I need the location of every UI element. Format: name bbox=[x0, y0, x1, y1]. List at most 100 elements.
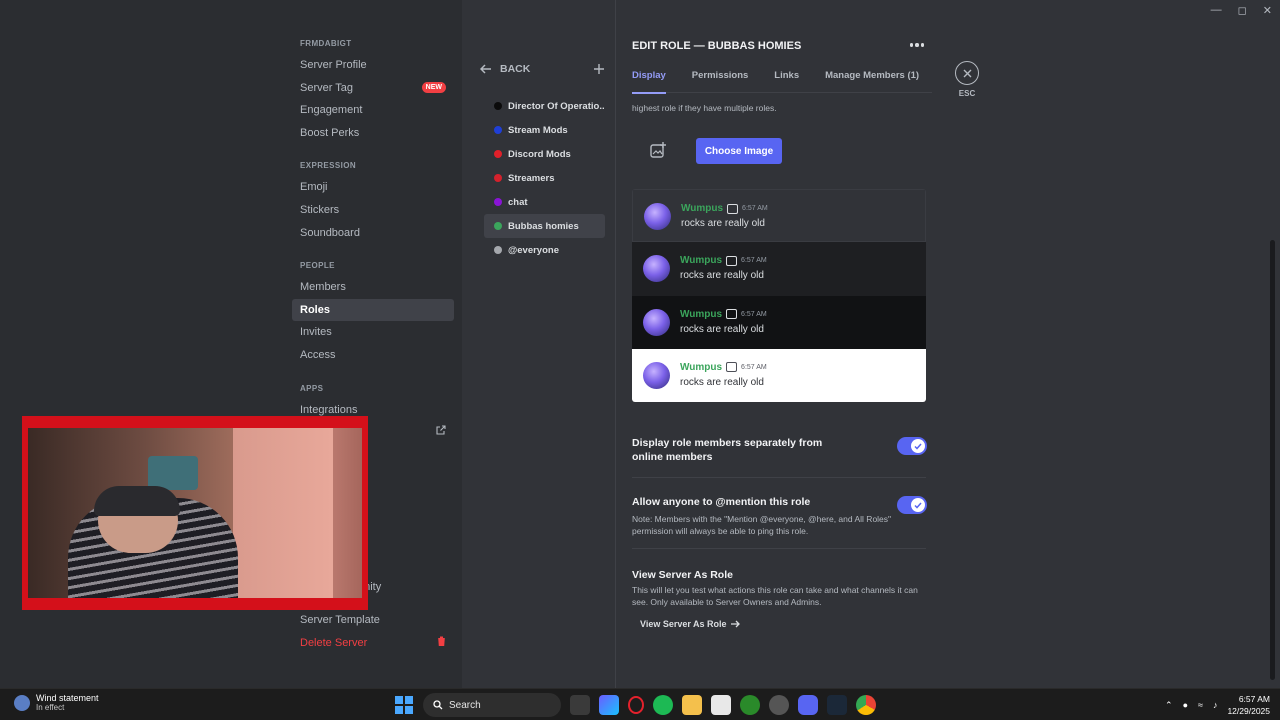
close-window-icon[interactable]: ✕ bbox=[1263, 4, 1272, 17]
weather-subtitle: In effect bbox=[36, 703, 65, 712]
more-options-icon[interactable] bbox=[908, 38, 926, 52]
copilot-icon[interactable] bbox=[599, 695, 619, 715]
file-explorer-icon[interactable] bbox=[682, 695, 702, 715]
start-button[interactable] bbox=[394, 695, 414, 715]
back-button[interactable]: BACK bbox=[480, 63, 530, 75]
obs-icon[interactable] bbox=[769, 695, 789, 715]
role-color-dot bbox=[494, 246, 502, 254]
taskbar-apps: Search bbox=[394, 693, 876, 717]
image-add-icon bbox=[650, 142, 666, 158]
role-name: @everyone bbox=[508, 244, 559, 256]
sidebar-item-label: Delete Server bbox=[300, 636, 368, 649]
task-view-icon[interactable] bbox=[570, 695, 590, 715]
divider bbox=[632, 548, 926, 549]
display-separately-setting: Display role members separately from onl… bbox=[632, 436, 926, 464]
sidebar-item-soundboard[interactable]: Soundboard bbox=[292, 222, 454, 245]
chrome-icon[interactable] bbox=[856, 695, 876, 715]
view-as-role-title: View Server As Role bbox=[632, 569, 733, 581]
username: Wumpus bbox=[680, 361, 723, 373]
preview-message: Wumpus 6:57 AM rocks are really old bbox=[632, 242, 926, 296]
display-separately-label: Display role members separately from onl… bbox=[632, 437, 823, 463]
role-item[interactable]: Stream Mods bbox=[484, 118, 605, 142]
nav-section-header: FRMDABIGT bbox=[300, 39, 352, 48]
microphone-icon[interactable]: ● bbox=[1183, 700, 1188, 710]
spotify-icon[interactable] bbox=[653, 695, 673, 715]
role-item[interactable]: Streamers bbox=[484, 166, 605, 190]
sidebar-item-server-profile[interactable]: Server Profile bbox=[292, 54, 454, 77]
avatar bbox=[643, 255, 670, 283]
nav-section-header: EXPRESSION bbox=[300, 161, 357, 171]
role-item[interactable]: chat bbox=[484, 190, 605, 214]
username: Wumpus bbox=[680, 255, 723, 267]
check-icon bbox=[911, 498, 925, 512]
choose-image-button[interactable]: Choose Image bbox=[696, 138, 782, 164]
sidebar-item-roles[interactable]: Roles bbox=[292, 298, 454, 322]
sidebar-item-server-template[interactable]: Server Template bbox=[292, 609, 454, 632]
discord-icon[interactable] bbox=[798, 695, 818, 715]
view-as-role-button-label: View Server As Role bbox=[640, 619, 727, 629]
role-color-dot bbox=[494, 126, 502, 134]
steam-icon[interactable] bbox=[827, 695, 847, 715]
xbox-icon[interactable] bbox=[740, 695, 760, 715]
system-tray: ⌃ ● ≈ ♪ 6:57 AM 12/29/2025 bbox=[1165, 693, 1270, 717]
sidebar-item-server-tag[interactable]: Server Tag NEW bbox=[292, 77, 454, 100]
sidebar-item-label: Engagement bbox=[300, 104, 363, 117]
webcam-overlay bbox=[22, 416, 368, 610]
message-header: Wumpus 6:57 AM bbox=[680, 362, 767, 373]
chevron-up-icon[interactable]: ⌃ bbox=[1165, 700, 1173, 711]
avatar bbox=[644, 203, 671, 230]
role-name: Director Of Operatio... bbox=[508, 100, 605, 112]
role-icon bbox=[726, 309, 738, 320]
scrollbar[interactable] bbox=[1270, 240, 1275, 680]
message-header: Wumpus 6:57 AM bbox=[680, 309, 767, 320]
search-label: Search bbox=[449, 699, 481, 711]
maximize-icon[interactable]: ◻ bbox=[1238, 4, 1247, 17]
volume-icon[interactable]: ♪ bbox=[1213, 700, 1218, 710]
role-item[interactable]: Discord Mods bbox=[484, 142, 605, 166]
avatar bbox=[643, 308, 670, 336]
opera-icon[interactable] bbox=[628, 696, 644, 714]
role-item[interactable]: Bubbas homies bbox=[484, 214, 605, 238]
minimize-icon[interactable]: — bbox=[1211, 4, 1222, 17]
avatar bbox=[643, 361, 670, 389]
weather-widget[interactable]: Wind statement In effect bbox=[14, 693, 99, 712]
external-link-icon bbox=[436, 421, 446, 444]
plus-icon[interactable] bbox=[594, 64, 604, 74]
clock-date: 12/29/2025 bbox=[1227, 706, 1270, 716]
tab-links[interactable]: Links bbox=[774, 70, 799, 93]
tab-permissions[interactable]: Permissions bbox=[692, 70, 749, 93]
roles-header: BACK bbox=[480, 60, 604, 78]
preview-message: Wumpus 6:57 AM rocks are really old bbox=[632, 348, 926, 402]
webcam-feed bbox=[28, 428, 362, 598]
sidebar-item-invites[interactable]: Invites bbox=[292, 321, 454, 344]
windows-taskbar: Wind statement In effect Search ⌃ ● ≈ ♪ … bbox=[0, 688, 1280, 720]
sidebar-item-label: Server Profile bbox=[300, 59, 367, 71]
sidebar-item-stickers[interactable]: Stickers bbox=[292, 199, 454, 222]
sidebar-item-label: Invites bbox=[300, 326, 332, 339]
sidebar-item-boost-perks[interactable]: Boost Perks bbox=[292, 122, 454, 145]
sidebar-item-emoji[interactable]: Emoji bbox=[292, 176, 454, 199]
clock[interactable]: 6:57 AM 12/29/2025 bbox=[1227, 693, 1270, 717]
role-name: Streamers bbox=[508, 172, 555, 184]
delete-server-button[interactable]: Delete Server bbox=[292, 632, 454, 655]
tab-manage-members-1[interactable]: Manage Members (1) bbox=[825, 70, 919, 93]
username: Wumpus bbox=[680, 308, 723, 320]
role-icon bbox=[726, 362, 738, 373]
sidebar-item-members[interactable]: Members bbox=[292, 276, 454, 299]
wifi-icon[interactable]: ≈ bbox=[1198, 700, 1203, 710]
windows-logo-icon bbox=[395, 696, 413, 714]
back-label: BACK bbox=[500, 63, 531, 75]
close-button[interactable]: ESC bbox=[954, 61, 980, 98]
store-icon[interactable] bbox=[711, 695, 731, 715]
role-item[interactable]: Director Of Operatio... bbox=[484, 94, 605, 118]
tab-display[interactable]: Display bbox=[632, 70, 666, 94]
display-separately-toggle[interactable] bbox=[897, 437, 927, 455]
role-item[interactable]: @everyone bbox=[484, 238, 605, 262]
sidebar-item-access[interactable]: Access bbox=[292, 344, 454, 367]
view-server-as-role-button[interactable]: View Server As Role bbox=[632, 616, 748, 632]
role-list: Director Of Operatio... Stream Mods Discor… bbox=[484, 94, 605, 262]
taskbar-search[interactable]: Search bbox=[423, 693, 561, 717]
sidebar-item-engagement[interactable]: Engagement bbox=[292, 99, 454, 122]
message-text: rocks are really old bbox=[681, 218, 765, 229]
allow-mention-toggle[interactable] bbox=[897, 496, 927, 514]
